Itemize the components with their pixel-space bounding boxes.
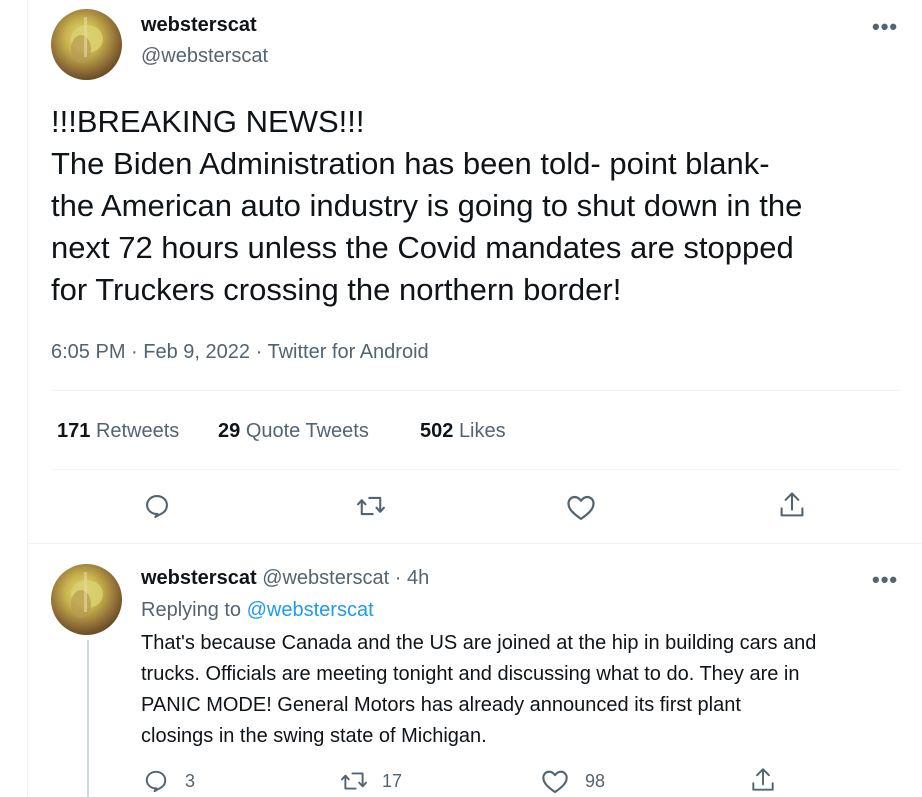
tweet-date[interactable]: Feb 9, 2022 [143,341,250,363]
reply-text-line: PANIC MODE! General Motors has already a… [141,694,741,716]
likes-count: 502 [420,420,454,442]
reply-icon [146,495,168,519]
tweet-text: !!!BREAKING NEWS!!! The Biden Administra… [51,104,803,307]
retweets-count: 171 [57,420,91,442]
reply-age[interactable]: 4h [407,567,429,589]
display-name[interactable]: websterscat [141,14,257,37]
avatar[interactable] [51,9,122,80]
quotes-count: 29 [218,420,241,442]
reply-avatar[interactable] [51,564,122,635]
reply-icon [145,770,167,793]
like-icon [567,495,595,520]
reply-text-line: That's because Canada and the US are joi… [141,632,817,654]
likes-stat[interactable]: 502 Likes [420,420,506,443]
divider [51,469,901,470]
share-icon [752,768,774,791]
replying-handle-link[interactable]: @websterscat [247,599,374,621]
avatar-image [71,572,103,618]
quote-tweets-stat[interactable]: 29 Quote Tweets [218,420,369,443]
share-button[interactable] [778,490,806,520]
reply-reply-button[interactable]: 3 [143,768,195,794]
retweets-stat[interactable]: 171 Retweets [57,420,179,443]
replying-prefix: Replying to [141,599,242,621]
like-button[interactable] [566,493,596,521]
reply-text: That's because Canada and the US are joi… [141,628,911,752]
thread-line [87,640,89,797]
more-icon[interactable]: ••• [872,567,898,593]
retweet-icon [340,772,368,790]
retweets-label: Retweets [95,420,180,442]
reply-share-button[interactable] [750,766,776,794]
reply-separator: · [394,567,402,589]
timeline-border [27,0,28,797]
replying-to: Replying to @websterscat [141,599,374,622]
reply-like-button[interactable]: 98 [541,768,605,794]
tweet-source[interactable]: Twitter for Android [267,341,428,363]
like-icon [542,770,568,794]
likes-label: Likes [458,420,506,442]
reply-header: websterscat @websterscat · 4h [141,567,429,590]
tweet-meta: 6:05 PM · Feb 9, 2022 · Twitter for Andr… [51,341,429,364]
reply-count: 3 [185,770,196,791]
retweet-button[interactable] [356,492,386,520]
reply-text-line: trucks. Officials are meeting tonight an… [141,663,800,685]
reply-handle[interactable]: @websterscat [262,567,389,589]
tweet-time[interactable]: 6:05 PM [51,341,125,363]
meta-separator: · [255,341,263,363]
retweet-icon [357,496,385,516]
divider [51,390,901,391]
user-handle[interactable]: @websterscat [141,45,268,68]
share-icon [780,492,804,517]
reply-retweet-button[interactable]: 17 [340,768,402,794]
like-count: 98 [585,770,606,791]
reply-display-name[interactable]: websterscat [141,567,257,589]
retweet-count: 17 [382,770,403,791]
divider [27,543,922,544]
more-icon[interactable]: ••• [872,14,898,40]
avatar-image [71,17,103,63]
quotes-label: Quote Tweets [245,420,369,442]
reply-button[interactable] [143,492,171,520]
reply-text-line: closings in the swing state of Michigan. [141,725,487,747]
meta-separator: · [131,341,138,363]
